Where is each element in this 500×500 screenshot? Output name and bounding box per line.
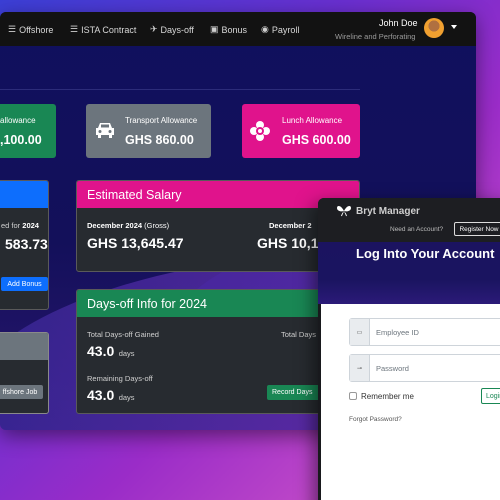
dollar-icon: ◉ [261, 24, 269, 34]
nav-item-offshore[interactable]: ☰ Offshore [8, 24, 53, 35]
login-hero: Log Into Your Account [318, 242, 500, 304]
avatar[interactable] [424, 18, 444, 38]
login-button[interactable]: Login [481, 388, 500, 404]
bonus-value: 583.73 [5, 236, 48, 252]
nav-item-days-off[interactable]: ✈ Days-off [150, 24, 194, 35]
id-card-icon: ▭ [350, 319, 370, 345]
forgot-password-link[interactable]: Forgot Password? [349, 416, 402, 423]
bonus-panel: ed for 2024 583.73 Add Bonus [0, 180, 49, 310]
login-window: Bryt Manager Need an Account? Register N… [318, 198, 500, 500]
salary-title: Estimated Salary [77, 181, 359, 208]
key-icon: ⊸ [350, 355, 370, 381]
add-bonus-button[interactable]: Add Bonus [1, 277, 48, 291]
car-icon [96, 123, 114, 138]
days-remaining-value: 43.0 [87, 387, 115, 403]
login-form: ▭ Employee ID ⊸ Password Remember me Log… [321, 304, 500, 500]
gross-salary-value: GHS 13,645.47 [87, 235, 184, 251]
divider [0, 89, 360, 90]
list-icon: ☰ [70, 24, 79, 34]
offshore-panel: ffshore Job [0, 332, 49, 414]
allowance-card-lunch: Lunch Allowance GHS 600.00 [242, 104, 360, 158]
allowance-card-main: allowance ,100.00 [0, 104, 56, 158]
top-navbar: ☰ Offshore ☰ ISTA Contract ✈ Days-off ▣ Bonu… [0, 12, 476, 46]
nav-item-ista-contract[interactable]: ☰ ISTA Contract [70, 24, 136, 35]
brand-name: Bryt Manager [356, 206, 420, 217]
daysoff-title: Days-off Info for 2024 [77, 290, 359, 317]
user-role: Wireline and Perforating [335, 32, 416, 41]
days-gained-value: 43.0 [87, 343, 115, 359]
flower-icon [250, 121, 270, 141]
money-icon: ▣ [210, 24, 219, 34]
remember-checkbox[interactable] [349, 392, 357, 400]
user-name[interactable]: John Doe [379, 18, 418, 28]
register-button[interactable]: Register Now [454, 222, 500, 236]
chevron-down-icon[interactable] [451, 25, 457, 29]
remember-label: Remember me [361, 392, 414, 401]
offshore-job-button[interactable]: ffshore Job [0, 385, 43, 399]
butterfly-logo-icon [337, 206, 351, 217]
net-salary-value: GHS 10,19 [257, 235, 327, 251]
allowance-card-transport: Transport Allowance GHS 860.00 [86, 104, 211, 158]
plane-icon: ✈ [150, 24, 158, 34]
password-field[interactable]: ⊸ Password [349, 354, 500, 382]
page-title: Log Into Your Account [356, 246, 495, 261]
employee-id-field[interactable]: ▭ Employee ID [349, 318, 500, 346]
nav-item-bonus[interactable]: ▣ Bonus [210, 24, 247, 35]
nav-item-payroll[interactable]: ◉ Payroll [261, 24, 299, 35]
login-navbar: Bryt Manager Need an Account? Register N… [318, 198, 500, 242]
list-icon: ☰ [8, 24, 17, 34]
